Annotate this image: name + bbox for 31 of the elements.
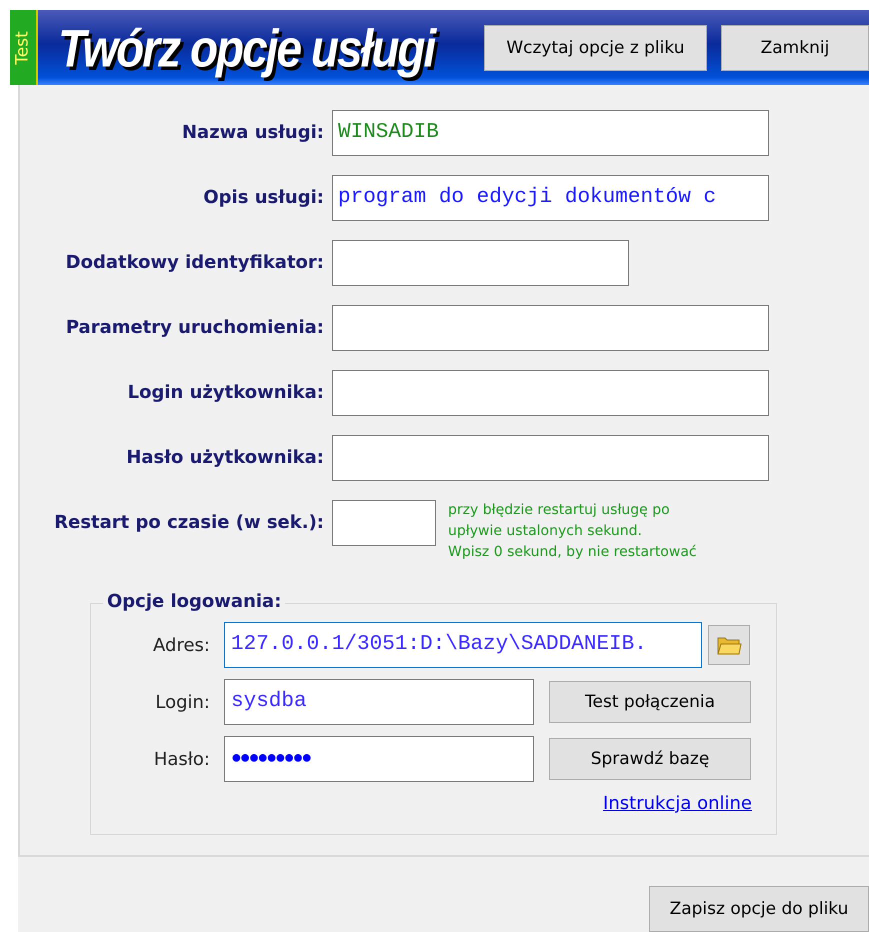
address-field[interactable]: 127.0.0.1/3051:D:\Bazy\SADDANEIB.: [224, 622, 702, 668]
field-label: Restart po czasie (w sek.):: [53, 511, 325, 535]
login-field[interactable]: sysdba: [224, 679, 534, 725]
field-label: Login użytkownika:: [126, 381, 325, 405]
input-field[interactable]: [332, 240, 629, 286]
save-button[interactable]: Zapisz opcje do pliku: [649, 886, 869, 932]
online-instructions-link[interactable]: Instrukcja online: [603, 793, 752, 814]
field-label: Adres:: [152, 634, 211, 656]
environment-badge: Test: [10, 10, 38, 85]
folder-button[interactable]: [708, 625, 750, 665]
password-field[interactable]: ●●●●●●●●●: [224, 736, 534, 782]
header-button[interactable]: Wczytaj opcje z pliku: [484, 24, 707, 70]
input-field[interactable]: WINSADIB: [332, 110, 769, 156]
test-connection-button[interactable]: Test połączenia: [549, 681, 751, 723]
field-label: Hasło użytkownika:: [125, 446, 325, 470]
field-label: Parametry uruchomienia:: [64, 316, 325, 340]
input-field[interactable]: [332, 500, 436, 546]
input-field[interactable]: [332, 305, 769, 351]
field-label: Nazwa usługi:: [180, 121, 325, 145]
field-label: Opis usługi:: [202, 186, 325, 210]
field-label: Hasło:: [152, 748, 211, 770]
input-field[interactable]: [332, 370, 769, 416]
check-database-button[interactable]: Sprawdź bazę: [549, 738, 751, 780]
input-field[interactable]: program do edycji dokumentów c: [332, 175, 769, 221]
header-button[interactable]: Zamknij: [720, 24, 869, 70]
input-field[interactable]: [332, 435, 769, 481]
hint-text: przy błędzie restartuj usługę po upływie ustalonych sekund. Wpisz 0 sekund, by nie restartować: [448, 501, 697, 562]
group-title: Opcje logowania:: [103, 591, 286, 612]
field-label: Dodatkowy identyfikator:: [64, 251, 325, 275]
field-label: Login:: [154, 692, 211, 712]
window-title: Twórz opcje usługi: [58, 16, 437, 79]
